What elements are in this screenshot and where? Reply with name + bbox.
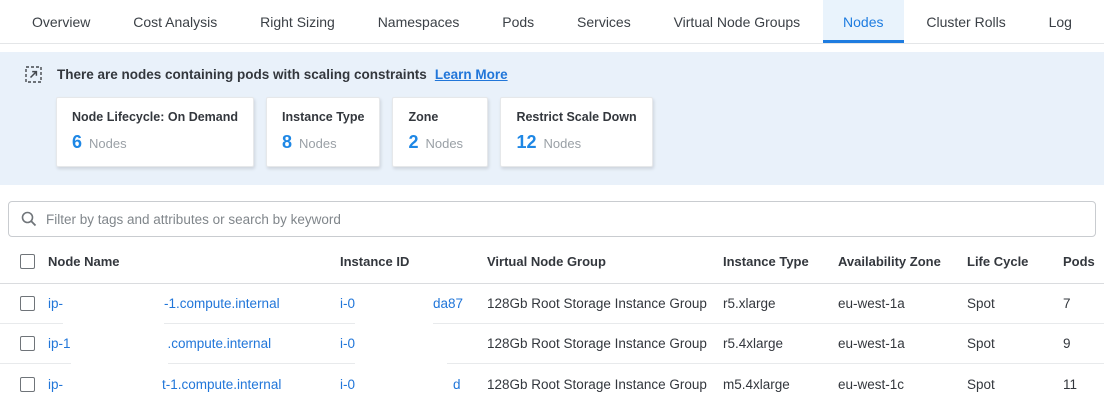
node-name-link[interactable]: ip-t-1.compute.internal xyxy=(48,364,340,404)
col-node-name: Node Name xyxy=(48,254,340,269)
availability-zone-cell: eu-west-1c xyxy=(838,377,967,392)
card-title: Node Lifecycle: On Demand xyxy=(72,110,238,124)
tab-bar: Overview Cost Analysis Right Sizing Name… xyxy=(0,0,1104,44)
virtual-node-group-cell: 128Gb Root Storage Instance Group xyxy=(487,336,723,351)
card-unit: Nodes xyxy=(543,136,581,151)
search-icon xyxy=(21,211,37,227)
pods-cell: 7 xyxy=(1063,296,1104,311)
instance-id-link[interactable]: i-0 d xyxy=(340,364,487,404)
card-unit: Nodes xyxy=(425,136,463,151)
card-title: Restrict Scale Down xyxy=(516,110,636,124)
tab-namespaces[interactable]: Namespaces xyxy=(358,0,480,43)
col-virtual-node-group: Virtual Node Group xyxy=(487,254,723,269)
instance-id-fragment: i-0 xyxy=(340,296,355,311)
table-row: ip-t-1.compute.internal i-0 d 128Gb Root … xyxy=(0,364,1104,404)
card-zone[interactable]: Zone 2 Nodes xyxy=(392,97,488,167)
scaling-constraint-icon xyxy=(25,66,42,83)
constraint-cards: Node Lifecycle: On Demand 6 Nodes Instan… xyxy=(56,97,1104,167)
virtual-node-group-cell: 128Gb Root Storage Instance Group xyxy=(487,296,723,311)
card-count: 12 xyxy=(516,132,536,153)
availability-zone-cell: eu-west-1a xyxy=(838,296,967,311)
card-title: Zone xyxy=(408,110,472,124)
availability-zone-cell: eu-west-1a xyxy=(838,336,967,351)
table-row: ip-1 .compute.internal i-0 128Gb Root Sto… xyxy=(0,324,1104,364)
tab-overview[interactable]: Overview xyxy=(12,0,110,43)
tab-cluster-rolls[interactable]: Cluster Rolls xyxy=(906,0,1025,43)
table-header-row: Node Name Instance ID Virtual Node Group… xyxy=(0,240,1104,284)
card-unit: Nodes xyxy=(299,136,337,151)
scaling-constraints-banner: There are nodes containing pods with sca… xyxy=(0,52,1104,185)
card-restrict-scale-down[interactable]: Restrict Scale Down 12 Nodes xyxy=(500,97,652,167)
instance-id-fragment: da87 xyxy=(433,296,463,311)
node-name-fragment: ip- xyxy=(48,377,63,392)
life-cycle-cell: Spot xyxy=(967,336,1063,351)
instance-type-cell: r5.4xlarge xyxy=(723,336,838,351)
col-instance-id: Instance ID xyxy=(340,254,487,269)
card-node-lifecycle[interactable]: Node Lifecycle: On Demand 6 Nodes xyxy=(56,97,254,167)
node-name-link[interactable]: ip- -1.compute.internal xyxy=(48,284,340,324)
redaction xyxy=(355,366,453,404)
pods-cell: 9 xyxy=(1063,336,1104,351)
tab-virtual-node-groups[interactable]: Virtual Node Groups xyxy=(654,0,821,43)
redaction xyxy=(63,286,164,326)
col-instance-type: Instance Type xyxy=(723,254,838,269)
instance-type-cell: m5.4xlarge xyxy=(723,377,838,392)
row-checkbox[interactable] xyxy=(20,377,35,392)
life-cycle-cell: Spot xyxy=(967,377,1063,392)
instance-type-cell: r5.xlarge xyxy=(723,296,838,311)
col-pods: Pods xyxy=(1063,254,1104,269)
virtual-node-group-cell: 128Gb Root Storage Instance Group xyxy=(487,377,723,392)
node-name-fragment: -1.compute.internal xyxy=(164,296,280,311)
instance-id-link[interactable]: i-0 xyxy=(340,324,487,364)
node-name-fragment: t-1.compute.internal xyxy=(162,377,281,392)
tab-nodes[interactable]: Nodes xyxy=(823,0,903,43)
redaction xyxy=(63,366,162,404)
card-title: Instance Type xyxy=(282,110,364,124)
col-life-cycle: Life Cycle xyxy=(967,254,1063,269)
table-row: ip- -1.compute.internal i-0 da87 128Gb Roo… xyxy=(0,284,1104,324)
row-checkbox[interactable] xyxy=(20,336,35,351)
card-count: 8 xyxy=(282,132,292,153)
redaction xyxy=(355,326,447,366)
node-name-fragment: ip-1 xyxy=(48,336,71,351)
learn-more-link[interactable]: Learn More xyxy=(435,67,508,82)
tab-pods[interactable]: Pods xyxy=(482,0,554,43)
instance-id-fragment: i-0 xyxy=(340,377,355,392)
instance-id-link[interactable]: i-0 da87 xyxy=(340,284,487,324)
tab-cost-analysis[interactable]: Cost Analysis xyxy=(113,0,237,43)
pods-cell: 11 xyxy=(1063,377,1104,392)
nodes-table: Node Name Instance ID Virtual Node Group… xyxy=(0,240,1104,404)
card-instance-type[interactable]: Instance Type 8 Nodes xyxy=(266,97,380,167)
tab-right-sizing[interactable]: Right Sizing xyxy=(240,0,355,43)
node-name-fragment: .compute.internal xyxy=(168,336,272,351)
card-count: 6 xyxy=(72,132,82,153)
instance-id-fragment: i-0 xyxy=(340,336,355,351)
node-name-link[interactable]: ip-1 .compute.internal xyxy=(48,324,340,364)
tab-log[interactable]: Log xyxy=(1029,0,1092,43)
card-unit: Nodes xyxy=(89,136,127,151)
node-name-fragment: ip- xyxy=(48,296,63,311)
redaction xyxy=(355,286,433,326)
col-availability-zone: Availability Zone xyxy=(838,254,967,269)
instance-id-fragment: d xyxy=(453,377,461,392)
card-count: 2 xyxy=(408,132,418,153)
tab-services[interactable]: Services xyxy=(557,0,651,43)
row-checkbox[interactable] xyxy=(20,296,35,311)
filter-search-box xyxy=(8,201,1096,237)
redaction xyxy=(71,326,168,366)
banner-message: There are nodes containing pods with sca… xyxy=(57,67,427,82)
select-all-checkbox[interactable] xyxy=(20,254,35,269)
search-input[interactable] xyxy=(46,212,1083,227)
life-cycle-cell: Spot xyxy=(967,296,1063,311)
